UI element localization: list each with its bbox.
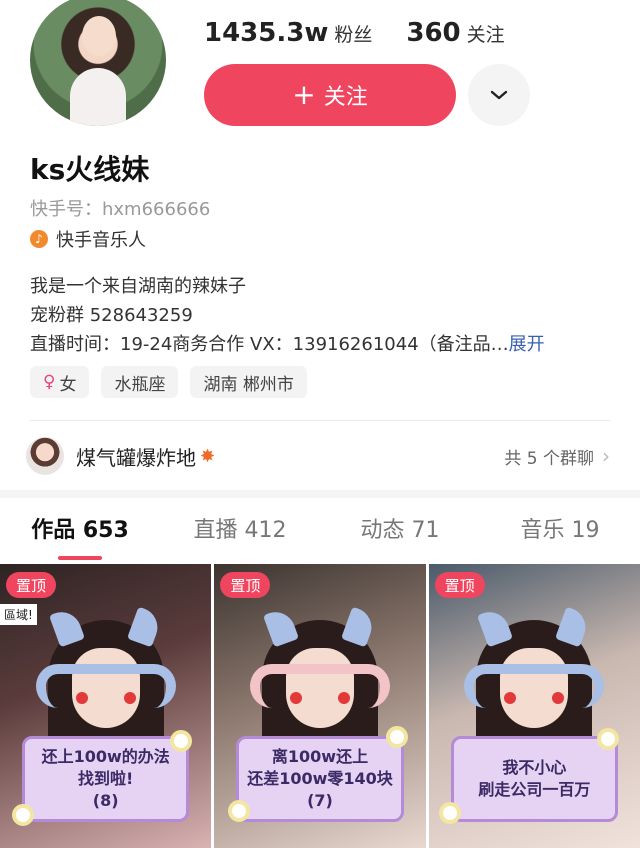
- followers-count[interactable]: 1435.3w: [204, 18, 328, 48]
- bio-line: 直播时间：19-24商务合作 VX：13916261044（备注品…: [30, 334, 509, 355]
- flower-decoration: [12, 804, 34, 826]
- bio-expand-link[interactable]: 展开: [509, 330, 545, 359]
- section-separator: [0, 490, 640, 498]
- tag-gender[interactable]: ♀ 女: [30, 366, 90, 398]
- flower-decoration: [386, 726, 409, 748]
- tag-label: 水瓶座: [114, 374, 166, 395]
- account-id[interactable]: 快手号：hxm666666: [30, 195, 210, 221]
- caption-line: 刷走公司一百万: [478, 780, 591, 799]
- profile-stats: 1435.3w 粉丝 360 关注: [204, 18, 539, 48]
- tag-location[interactable]: 湖南 郴州市: [190, 366, 307, 398]
- caption-line: 我不小心: [502, 758, 567, 777]
- plus-icon: +: [292, 78, 316, 111]
- pinned-badge: 置顶: [434, 572, 485, 598]
- avatar-face: [82, 16, 116, 56]
- music-creator-label: 快手音乐人: [56, 230, 146, 251]
- music-note-icon: ♪: [30, 230, 48, 248]
- pinned-badge: 置顶: [220, 572, 271, 598]
- bio-line: 我是一个来自湖南的辣妹子: [30, 276, 246, 297]
- group-chat-row[interactable]: 煤气罐爆炸地 ✸ 共 5 个群聊 ›: [26, 436, 610, 476]
- chevron-down-icon: [490, 90, 508, 100]
- following-label[interactable]: 关注: [467, 20, 505, 47]
- caption-line: 离100w还上: [271, 747, 369, 766]
- video-thumbnail[interactable]: 區域! 置顶 还上100w的办法 找到啦! (8): [0, 564, 212, 848]
- thumbnail-overlay-text: 區域!: [0, 604, 37, 625]
- video-thumbnail[interactable]: 置顶 我不小心 刷走公司一百万: [428, 564, 640, 848]
- caption-line: 还上100w的办法: [41, 747, 170, 766]
- thumbnail-caption: 离100w还上 还差100w零140块 (7): [236, 736, 404, 822]
- profile-name: ks火线妹: [30, 153, 150, 186]
- group-chat-count: 共 5 个群聊: [504, 448, 594, 469]
- content-tabs: 作品 653 直播 412 动态 71 音乐 19: [0, 512, 640, 560]
- video-grid: 區域! 置顶 还上100w的办法 找到啦! (8) 置顶 离100w还上 还差1…: [0, 564, 640, 848]
- video-thumbnail[interactable]: 置顶 离100w还上 还差100w零140块 (7): [214, 564, 426, 848]
- chevron-right-icon: ›: [602, 444, 610, 468]
- music-creator-badge[interactable]: ♪ 快手音乐人: [30, 226, 146, 252]
- flower-decoration: [438, 802, 461, 824]
- divider: [30, 420, 610, 421]
- tab-works[interactable]: 作品 653: [0, 512, 160, 560]
- more-options-button[interactable]: [468, 64, 530, 126]
- caption-line: (8): [92, 791, 119, 810]
- caption-line: (7): [307, 791, 333, 810]
- follow-button-label: 关注: [323, 85, 368, 110]
- group-avatar: [26, 437, 64, 475]
- bio-line: 宠粉群 528643259: [30, 305, 193, 326]
- avatar-figure: [70, 68, 126, 126]
- explosion-icon: ✸: [200, 445, 216, 467]
- tag-label: 湖南 郴州市: [203, 374, 294, 395]
- flower-decoration: [596, 728, 619, 750]
- pinned-badge: 置顶: [6, 572, 57, 598]
- female-icon: ♀: [43, 372, 56, 392]
- thumbnail-caption: 还上100w的办法 找到啦! (8): [22, 736, 190, 822]
- tag-zodiac[interactable]: 水瓶座: [101, 366, 179, 398]
- tab-live[interactable]: 直播 412: [160, 512, 320, 558]
- following-count[interactable]: 360: [406, 18, 460, 48]
- flower-decoration: [170, 730, 192, 752]
- tab-music[interactable]: 音乐 19: [480, 512, 640, 558]
- caption-line: 还差100w零140块: [247, 769, 393, 788]
- thumbnail-caption: 我不小心 刷走公司一百万: [450, 736, 618, 822]
- tab-moments[interactable]: 动态 71: [320, 512, 480, 558]
- followers-label[interactable]: 粉丝: [334, 20, 372, 47]
- tag-label: 女: [59, 374, 77, 395]
- caption-line: 找到啦!: [78, 769, 134, 788]
- group-chat-name: 煤气罐爆炸地: [76, 445, 196, 470]
- profile-tags: ♀ 女 水瓶座 湖南 郴州市: [30, 366, 307, 398]
- profile-avatar[interactable]: [30, 0, 166, 126]
- follow-button[interactable]: + 关注: [204, 64, 456, 126]
- profile-bio: 我是一个来自湖南的辣妹子 宠粉群 528643259 直播时间：19-24商务合…: [30, 272, 600, 359]
